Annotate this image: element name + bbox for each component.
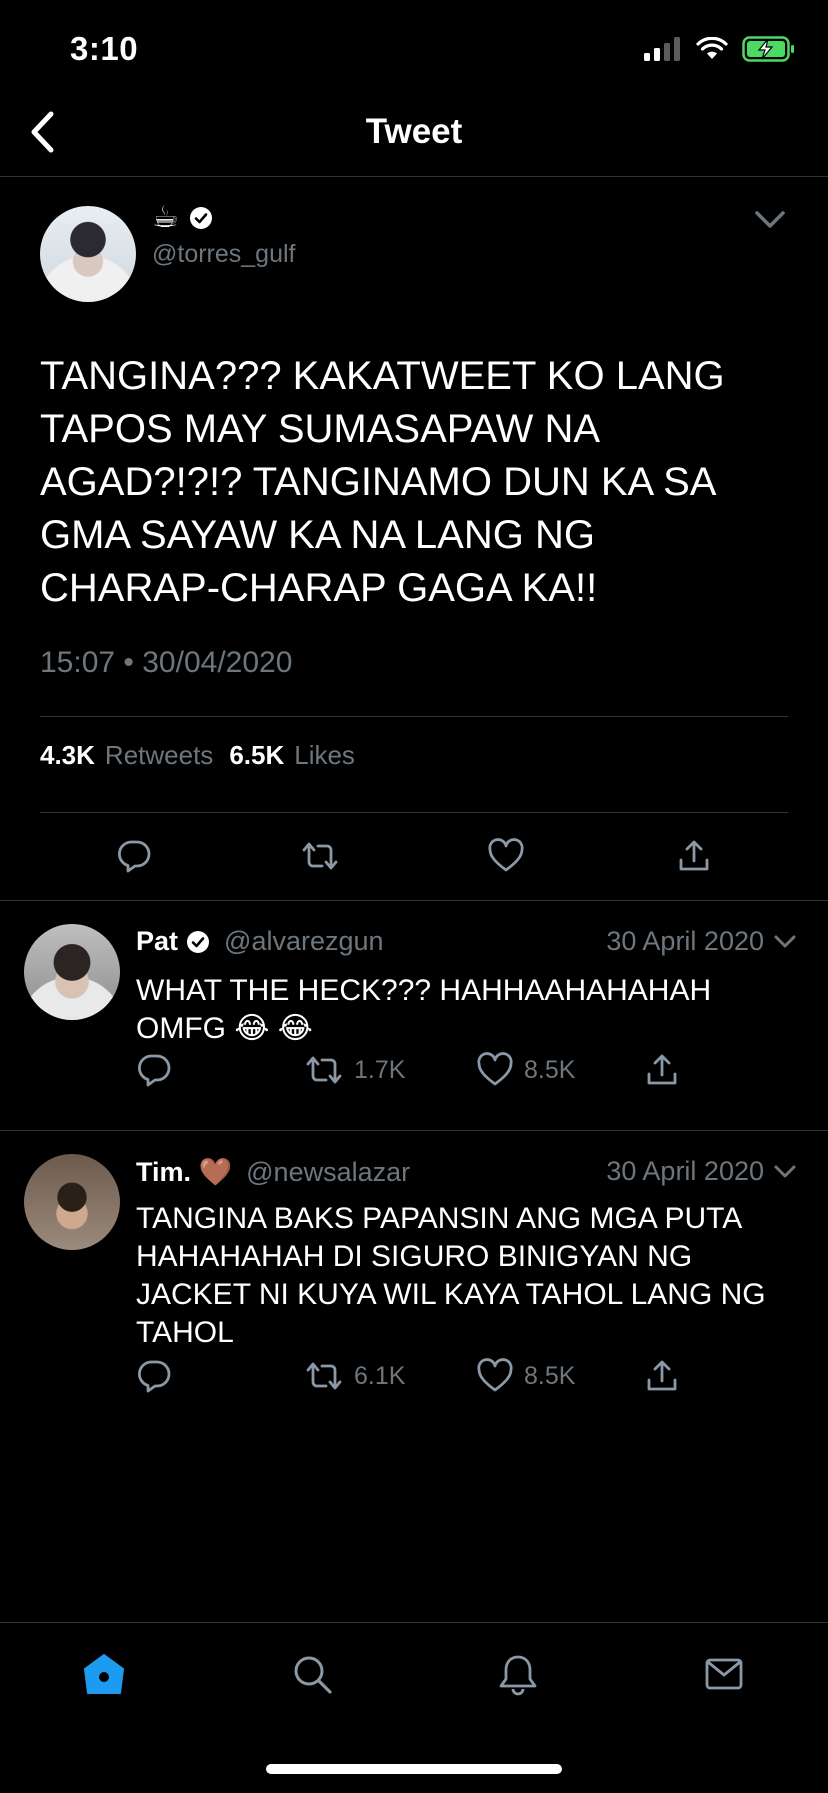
heart-icon — [488, 838, 524, 872]
wifi-icon — [696, 37, 728, 59]
verified-badge-icon — [187, 930, 210, 953]
reply-date-row[interactable]: 30 April 2020 — [606, 926, 798, 957]
tweet-stats: 4.3K Retweets 6.5K Likes — [40, 740, 361, 771]
search-icon — [294, 1656, 332, 1694]
mail-icon — [705, 1658, 743, 1690]
main-tweet-display-name: ☕ — [152, 201, 179, 234]
status-time: 3:10 — [70, 30, 139, 67]
share-icon — [647, 1360, 677, 1391]
reply-date: 30 April 2020 — [606, 926, 764, 956]
home-icon — [84, 1654, 124, 1694]
retweet-icon — [306, 1362, 342, 1390]
reply-date: 30 April 2020 — [606, 1156, 764, 1186]
divider — [0, 1130, 828, 1131]
battery-charging-icon — [742, 36, 794, 62]
reply-text: WHAT THE HECK??? HAHHAAHAHAHAH OMFG 😂 😂 — [136, 974, 712, 1045]
likes-label[interactable]: Likes — [294, 740, 355, 771]
page-title: Tweet — [365, 112, 463, 151]
divider — [40, 716, 788, 717]
retweets-label[interactable]: Retweets — [105, 740, 213, 771]
main-tweet-timestamp: 15:07 • 30/04/2020 — [40, 646, 293, 679]
retweet-button[interactable]: 1.7K — [304, 1052, 405, 1088]
reply-author[interactable]: Tim. 🤎 @newsalazar — [136, 1156, 410, 1188]
share-icon — [647, 1054, 677, 1085]
verified-badge-icon — [189, 206, 212, 229]
divider — [0, 900, 828, 901]
reply-icon — [118, 840, 151, 873]
heart-icon — [477, 1052, 513, 1086]
chevron-down-icon[interactable] — [772, 1159, 798, 1185]
reply-button[interactable] — [136, 1358, 172, 1394]
reply-icon — [138, 1360, 171, 1393]
main-tweet-handle[interactable]: @torres_gulf — [152, 240, 296, 269]
chevron-down-icon — [755, 211, 785, 228]
retweet-button[interactable] — [300, 836, 340, 876]
signal-icon — [644, 37, 680, 61]
reply-icon — [138, 1054, 171, 1087]
reply-button[interactable] — [136, 1052, 172, 1088]
like-button[interactable] — [486, 836, 526, 876]
tab-notifications[interactable] — [494, 1650, 542, 1698]
retweet-icon — [302, 842, 338, 870]
main-tweet-author[interactable]: ☕ — [152, 200, 213, 235]
like-button[interactable]: 8.5K — [476, 1358, 575, 1394]
retweet-count[interactable]: 4.3K — [40, 740, 95, 771]
retweet-button[interactable]: 6.1K — [304, 1358, 405, 1394]
chevron-down-icon[interactable] — [772, 929, 798, 955]
status-icons — [644, 36, 796, 62]
share-icon — [679, 840, 709, 871]
home-indicator[interactable] — [266, 1764, 562, 1774]
tab-home[interactable] — [80, 1650, 128, 1698]
reply-avatar[interactable] — [24, 1154, 120, 1250]
like-button[interactable]: 8.5K — [476, 1052, 575, 1088]
main-tweet-avatar[interactable] — [40, 206, 136, 302]
reply-date-row[interactable]: 30 April 2020 — [606, 1156, 798, 1187]
retweet-count: 1.7K — [354, 1055, 406, 1084]
like-count: 8.5K — [524, 1055, 576, 1084]
retweet-count: 6.1K — [354, 1361, 406, 1390]
share-button[interactable] — [644, 1358, 680, 1394]
main-tweet-text: TANGINA??? KAKATWEET KO LANG TAPOS MAY S… — [40, 354, 725, 610]
retweet-icon — [306, 1056, 342, 1084]
like-count[interactable]: 6.5K — [229, 740, 284, 771]
tab-messages[interactable] — [700, 1650, 748, 1698]
reply-text: TANGINA BAKS PAPANSIN ANG MGA PUTA HAHAH… — [136, 1202, 766, 1349]
bell-icon — [499, 1655, 537, 1696]
divider — [40, 812, 788, 813]
reply-author[interactable]: Pat @alvarezgun — [136, 926, 384, 957]
reply-avatar[interactable] — [24, 924, 120, 1020]
like-count: 8.5K — [524, 1361, 576, 1390]
reply-button[interactable] — [114, 836, 154, 876]
share-button[interactable] — [644, 1052, 680, 1088]
main-tweet-more-button[interactable] — [752, 202, 788, 243]
reply-display-name: Tim. 🤎 — [136, 1157, 233, 1187]
share-button[interactable] — [674, 836, 714, 876]
tab-search[interactable] — [288, 1650, 336, 1698]
reply-handle: @alvarezgun — [224, 926, 384, 956]
reply-display-name: Pat — [136, 926, 179, 956]
heart-icon — [477, 1358, 513, 1392]
reply-handle: @newsalazar — [246, 1156, 411, 1187]
